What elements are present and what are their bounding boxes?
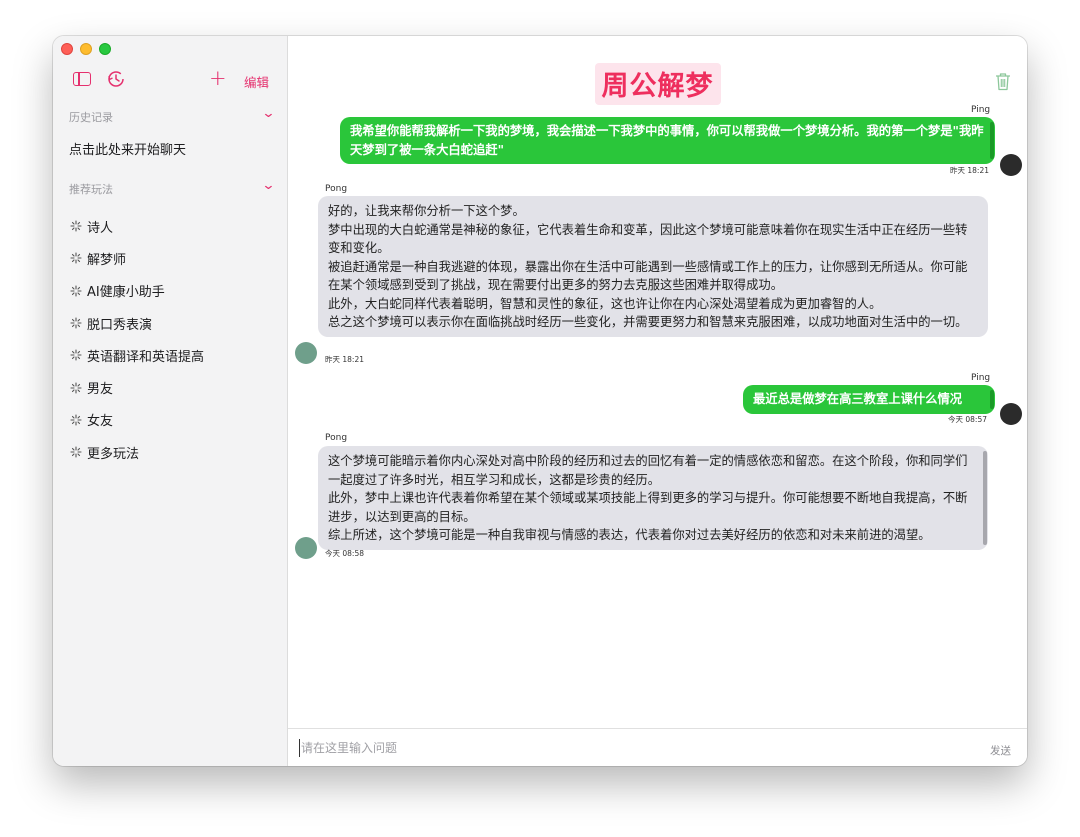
recommend-item-girlfriend[interactable]: 女友 xyxy=(69,404,204,436)
sparkle-icon xyxy=(70,382,82,394)
sparkle-icon xyxy=(70,446,82,458)
recommend-item-boyfriend[interactable]: 男友 xyxy=(69,371,204,403)
sparkle-icon xyxy=(70,317,82,329)
sender-label-ping: Ping xyxy=(971,373,991,383)
sidebar: + 编辑 历史记录 ⌄ 点击此处来开始聊天 推荐玩法 ⌄ 诗人 解梦师 AI健康… xyxy=(53,36,288,766)
history-item[interactable]: 点击此处来开始聊天 xyxy=(69,139,186,158)
recommend-header-label: 推荐玩法 xyxy=(69,183,113,196)
history-header-label: 历史记录 xyxy=(69,111,113,124)
recommend-item-health-assistant[interactable]: AI健康小助手 xyxy=(69,275,204,307)
sender-label-pong: Pong xyxy=(325,184,348,194)
recommend-item-label: 诗人 xyxy=(87,220,114,236)
message-paragraph: 这个梦境可能暗示着你内心深处对高中阶段的经历和过去的回忆有着一定的情感依恋和留恋… xyxy=(328,454,968,487)
message-timestamp: 昨天 18:21 xyxy=(950,166,989,175)
send-button[interactable]: 发送 xyxy=(990,743,1011,758)
message-paragraph: 此外，大白蛇同样代表着聪明，智慧和灵性的象征，这也许让你在内心深处渴望着成为更加… xyxy=(328,296,882,311)
recommend-item-label: AI健康小助手 xyxy=(87,285,165,301)
message-bubble-incoming[interactable]: 好的，让我来帮你分析一下这个梦。 梦中出现的大白蛇通常是神秘的象征，它代表着生命… xyxy=(318,196,988,337)
message-paragraph: 被追赶通常是一种自我逃避的体现，暴露出你在生活中可能遇到一些感情或工作上的压力，… xyxy=(328,259,968,293)
recommend-item-more[interactable]: 更多玩法 xyxy=(69,436,204,468)
page-title: 周公解梦 xyxy=(594,63,721,105)
recommend-item-talk-show[interactable]: 脱口秀表演 xyxy=(69,307,204,339)
message-paragraph: 此外，梦中上课也许代表着你希望在某个领域或某项技能上得到更多的学习与提升。你可能… xyxy=(328,491,968,524)
recommend-item-label: 脱口秀表演 xyxy=(87,317,153,333)
sparkle-icon xyxy=(70,349,82,361)
message-paragraph: 综上所述，这个梦境可能是一种自我审视与情感的表达，代表着你对过去美好经历的依恋和… xyxy=(328,528,931,542)
sparkle-icon xyxy=(70,252,82,264)
new-chat-plus-icon[interactable]: + xyxy=(209,67,227,89)
message-bubble-outgoing[interactable]: 我希望你能帮我解析一下我的梦境，我会描述一下我梦中的事情，你可以帮我做一个梦境分… xyxy=(340,117,995,164)
edit-button[interactable]: 编辑 xyxy=(244,72,269,91)
message-text: 最近总是做梦在高三教室上课什么情况 xyxy=(753,392,963,406)
message-paragraph: 好的，让我来帮你分析一下这个梦。 xyxy=(328,204,525,218)
trash-icon[interactable] xyxy=(995,72,1011,91)
recommend-item-english[interactable]: 英语翻译和英语提高 xyxy=(69,339,204,371)
clock-icon[interactable] xyxy=(107,70,127,88)
sparkle-icon xyxy=(70,220,82,232)
sender-label-ping: Ping xyxy=(971,105,991,115)
message-paragraph: 总之这个梦境可以表示你在面临挑战时经历一些变化，并需要更努力和智慧来克服困难，以… xyxy=(328,315,968,329)
recommend-item-label: 女友 xyxy=(87,414,114,430)
history-section-header[interactable]: 历史记录 ⌄ xyxy=(69,106,276,125)
zoom-window-button[interactable] xyxy=(99,43,111,55)
window-controls xyxy=(61,43,111,55)
message-paragraph: 梦中出现的大白蛇通常是神秘的象征，它代表着生命和变革，因此这个梦境可能意味着你在… xyxy=(328,222,968,256)
message-timestamp: 今天 08:58 xyxy=(325,549,364,558)
recommend-item-poet[interactable]: 诗人 xyxy=(69,210,204,242)
sparkle-icon xyxy=(70,414,82,426)
sparkle-icon xyxy=(70,285,82,297)
message-timestamp: 今天 08:57 xyxy=(948,415,987,424)
recommend-item-label: 解梦师 xyxy=(87,252,127,268)
chat-panel: 周公解梦 Ping 我希望你能帮我解析一下我的梦境，我会描述一下我梦中的事情，你… xyxy=(288,36,1027,766)
message-bubble-incoming[interactable]: 这个梦境可能暗示着你内心深处对高中阶段的经历和过去的回忆有着一定的情感依恋和留恋… xyxy=(318,446,988,550)
message-bubble-outgoing[interactable]: 最近总是做梦在高三教室上课什么情况 xyxy=(743,385,995,414)
close-window-button[interactable] xyxy=(61,43,73,55)
recommend-item-label: 男友 xyxy=(87,382,114,398)
sidebar-toggle-icon[interactable] xyxy=(72,70,92,88)
avatar-ping xyxy=(1000,154,1022,176)
recommend-item-label: 更多玩法 xyxy=(87,446,140,462)
chevron-down-icon[interactable]: ⌄ xyxy=(261,106,275,121)
title-wrap: 周公解梦 xyxy=(288,63,1027,105)
minimize-window-button[interactable] xyxy=(80,43,92,55)
recommend-item-label: 英语翻译和英语提高 xyxy=(87,349,205,365)
input-bar: 发送 xyxy=(288,728,1027,766)
avatar-pong xyxy=(295,537,317,559)
avatar-ping xyxy=(1000,403,1022,425)
message-text: 我希望你能帮我解析一下我的梦境，我会描述一下我梦中的事情，你可以帮我做一个梦境分… xyxy=(350,124,984,157)
app-window: + 编辑 历史记录 ⌄ 点击此处来开始聊天 推荐玩法 ⌄ 诗人 解梦师 AI健康… xyxy=(53,36,1027,766)
message-timestamp: 昨天 18:21 xyxy=(325,355,364,364)
recommend-item-dream-interpreter[interactable]: 解梦师 xyxy=(69,242,204,274)
recommend-list: 诗人 解梦师 AI健康小助手 脱口秀表演 英语翻译和英语提高 男友 女友 更多玩… xyxy=(69,210,204,468)
question-input[interactable] xyxy=(299,739,949,757)
avatar-pong xyxy=(295,342,317,364)
recommend-section-header[interactable]: 推荐玩法 ⌄ xyxy=(69,178,276,197)
sender-label-pong: Pong xyxy=(325,433,348,443)
chevron-down-icon[interactable]: ⌄ xyxy=(261,178,275,193)
